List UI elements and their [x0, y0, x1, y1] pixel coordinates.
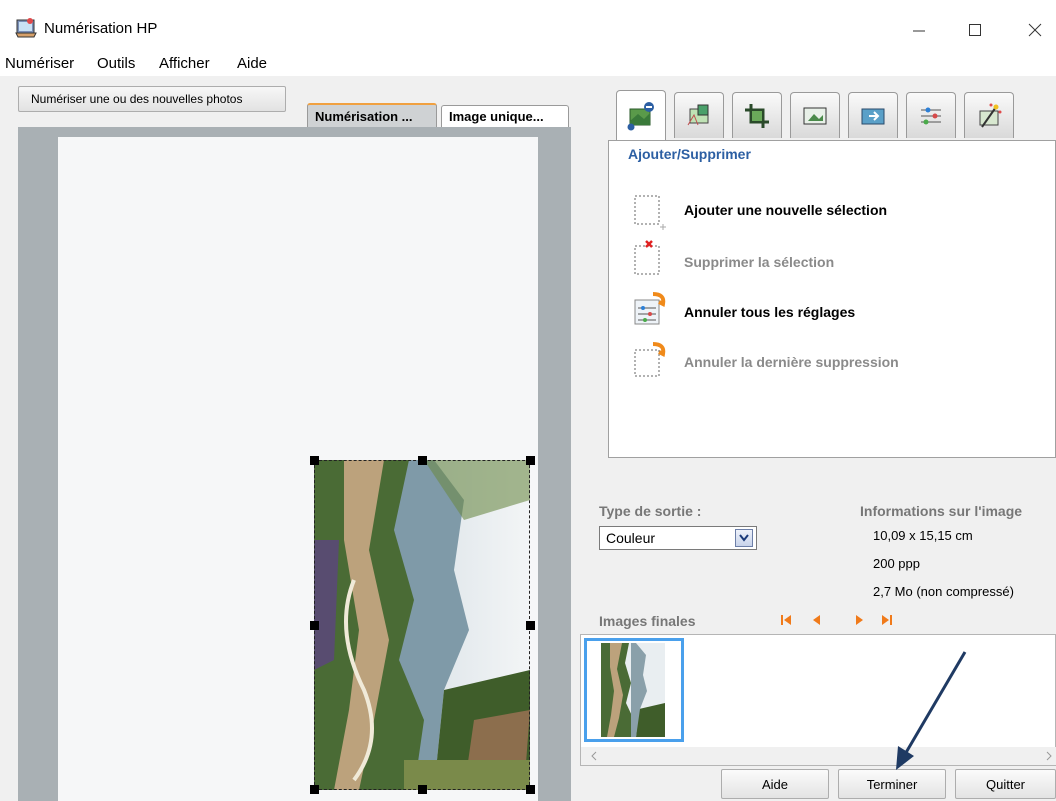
image-frame-icon: [803, 107, 827, 124]
horizontal-scrollbar[interactable]: [581, 747, 1056, 765]
output-type-label: Type de sortie :: [599, 503, 702, 519]
add-remove-selection-icon: [627, 101, 654, 130]
resize-handle[interactable]: [418, 785, 427, 794]
hp-scan-app-icon: [15, 18, 37, 38]
resize-handle[interactable]: [418, 456, 427, 465]
annotation-arrow: [896, 651, 967, 770]
previous-icon: [813, 615, 820, 625]
menu-aide[interactable]: Aide: [237, 55, 267, 72]
output-type-value: Couleur: [606, 530, 656, 546]
first-icon: [781, 615, 791, 625]
first-image-button[interactable]: [780, 614, 792, 629]
resize-handle[interactable]: [526, 785, 535, 794]
maximize-button[interactable]: [952, 10, 998, 50]
quit-button[interactable]: Quitter: [955, 769, 1056, 799]
resize-image-icon: [861, 108, 885, 124]
scroll-right-icon[interactable]: [1044, 751, 1054, 761]
undo-last-delete-action: Annuler la dernière suppression: [684, 354, 899, 370]
tab-auto-correct[interactable]: [964, 92, 1014, 138]
last-icon: [882, 615, 892, 625]
resize-handle[interactable]: [526, 456, 535, 465]
reset-all-settings-icon: [634, 292, 666, 325]
menu-outils[interactable]: Outils: [97, 55, 135, 72]
tab-resize[interactable]: [848, 92, 898, 138]
panel-title: Ajouter/Supprimer: [628, 146, 751, 162]
finish-button[interactable]: Terminer: [838, 769, 946, 799]
image-info-title: Informations sur l'image: [860, 503, 1023, 519]
thumbnail-image: [587, 641, 681, 739]
close-button[interactable]: [1012, 10, 1056, 50]
final-image-thumbnail[interactable]: [584, 638, 684, 742]
image-dimensions: 10,09 x 15,15 cm: [873, 528, 973, 543]
delete-selection-action: Supprimer la sélection: [684, 254, 835, 270]
delete-selection-icon: [634, 240, 660, 275]
tab-image-unique[interactable]: Image unique...: [441, 105, 569, 127]
dropdown-button[interactable]: [735, 529, 753, 547]
previous-image-button[interactable]: [811, 614, 823, 629]
menu-numeriser[interactable]: Numériser: [5, 55, 74, 72]
tab-crop[interactable]: [732, 92, 782, 138]
resize-handle[interactable]: [310, 456, 319, 465]
resize-handle[interactable]: [526, 621, 535, 630]
selection-rectangle[interactable]: [310, 456, 535, 794]
tab-numerisation[interactable]: Numérisation ...: [307, 103, 437, 127]
scroll-left-icon[interactable]: [589, 751, 599, 761]
next-image-button[interactable]: [853, 614, 865, 629]
sliders-icon: [921, 107, 941, 124]
add-selection-icon: [634, 195, 666, 230]
scan-new-photos-button[interactable]: Numériser une ou des nouvelles photos: [18, 86, 286, 112]
minimize-button[interactable]: [896, 10, 942, 50]
undo-last-delete-icon: [634, 342, 666, 377]
add-remove-panel: [608, 140, 1056, 458]
tab-add-remove[interactable]: [616, 90, 666, 140]
tool-tab-strip: [604, 90, 1056, 142]
magic-wand-icon: [979, 103, 1002, 128]
resize-handle[interactable]: [310, 621, 319, 630]
resize-handle[interactable]: [310, 785, 319, 794]
tab-adjust-color[interactable]: [674, 92, 724, 138]
maximize-icon: [969, 24, 981, 36]
window-title: Numérisation HP: [44, 20, 158, 37]
image-file-size: 2,7 Mo (non compressé): [873, 584, 1014, 599]
add-selection-action[interactable]: Ajouter une nouvelle sélection: [684, 202, 887, 218]
chevron-down-icon: [739, 534, 749, 542]
help-button[interactable]: Aide: [721, 769, 829, 799]
crop-icon: [745, 103, 769, 128]
final-images-label: Images finales: [599, 613, 696, 629]
last-image-button[interactable]: [881, 614, 893, 629]
color-adjust-icon: [687, 104, 709, 125]
next-icon: [856, 615, 863, 625]
minimize-icon: [913, 30, 925, 32]
menu-afficher[interactable]: Afficher: [159, 55, 210, 72]
tab-settings[interactable]: [906, 92, 956, 138]
menu-bar: Numériser Outils Afficher Aide: [0, 50, 1056, 76]
tab-image-frame[interactable]: [790, 92, 840, 138]
reset-all-settings-action[interactable]: Annuler tous les réglages: [684, 304, 855, 320]
image-resolution: 200 ppp: [873, 556, 920, 571]
close-icon: [1028, 23, 1042, 37]
